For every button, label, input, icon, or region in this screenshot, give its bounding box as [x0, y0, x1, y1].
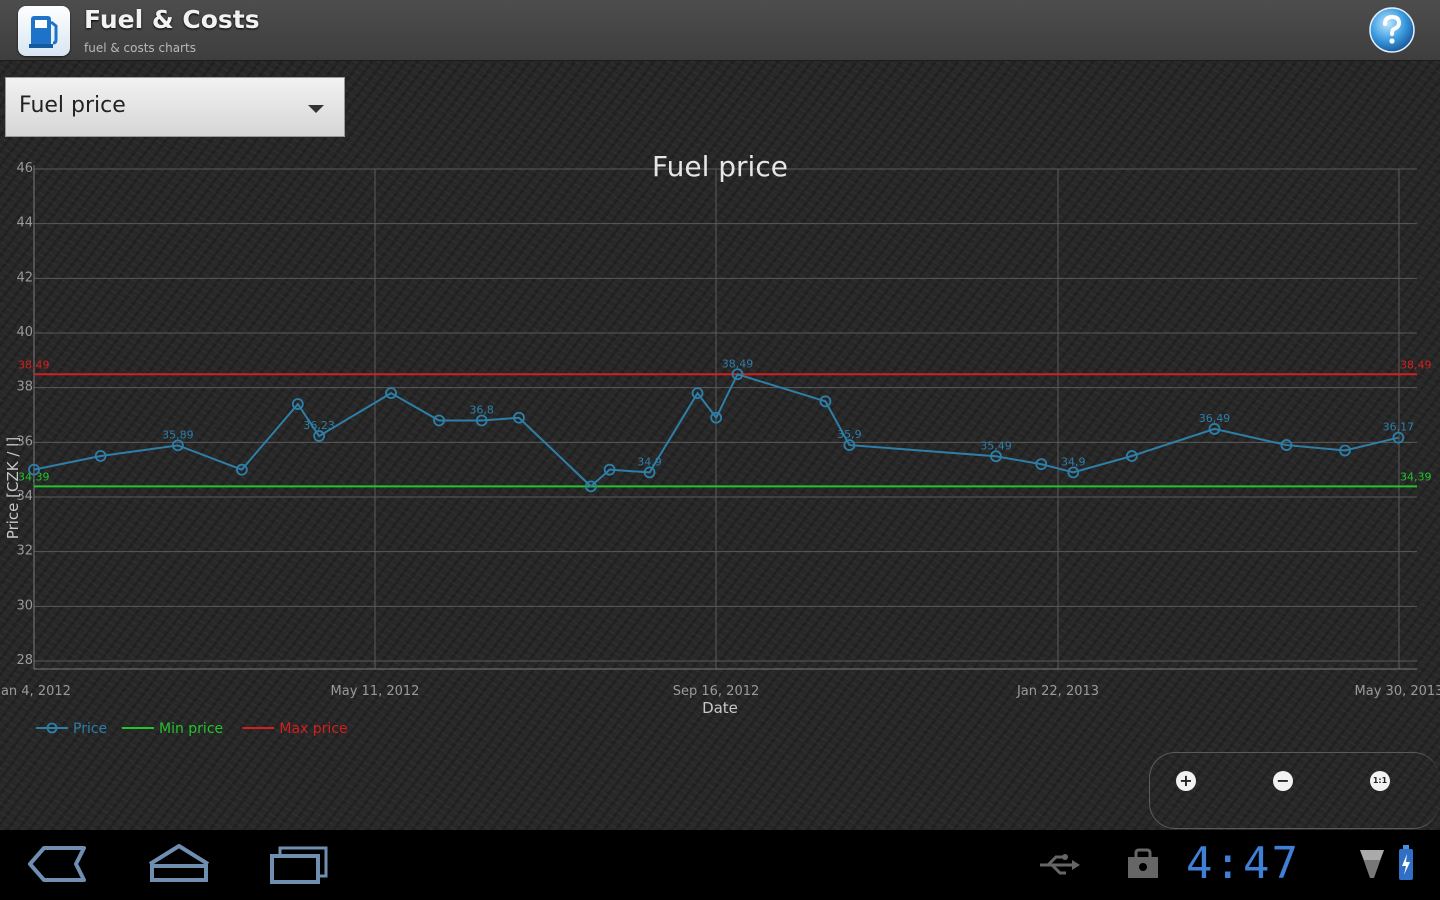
zoom-in-button[interactable]: +: [1176, 771, 1196, 791]
price-data-label: 35,49: [980, 439, 1012, 452]
y-tick-label: 40: [16, 325, 33, 340]
signal-status: [1358, 848, 1386, 884]
legend-label: Price: [73, 721, 107, 737]
x-tick-label: May 30, 2013: [1355, 684, 1440, 699]
zoom-out-button[interactable]: −: [1273, 771, 1293, 791]
battery-status: [1397, 844, 1415, 886]
zoom-controls: + − 1:1: [1149, 752, 1439, 829]
chart-type-selected-value: Fuel price: [19, 93, 126, 118]
x-tick-label: Jan 22, 2013: [1016, 684, 1099, 699]
chart-axes: 28303234363840424446Jan 4, 2012 May 11, 2…: [0, 161, 1440, 699]
min-price-label-left: 34,39: [18, 470, 50, 483]
legend-label: Min price: [159, 721, 223, 737]
chart-title: Fuel price: [652, 150, 788, 183]
zoom-out-icon: −: [1276, 771, 1290, 790]
chart-type-dropdown[interactable]: Fuel price: [5, 77, 345, 137]
chart-labels: Fuel price Date Price [CZK / l]: [4, 150, 788, 717]
battery-icon: [1399, 845, 1413, 880]
y-tick-label: 32: [16, 544, 33, 559]
shopping-bag-icon: [1128, 848, 1158, 878]
zoom-reset-icon: 1:1: [1372, 776, 1388, 785]
y-tick-label: 38: [16, 380, 33, 395]
y-tick-label: 44: [16, 216, 33, 231]
y-tick-label: 46: [16, 161, 33, 176]
price-data-label: 35,9: [837, 428, 862, 441]
back-icon: [28, 846, 86, 882]
price-data-label: 36,17: [1383, 421, 1415, 434]
home-icon: [148, 844, 210, 882]
x-tick-label: Jan 4, 2012: [0, 684, 71, 699]
help-icon: [1369, 7, 1415, 53]
signal-icon: [1360, 850, 1384, 878]
zoom-in-icon: +: [1179, 771, 1193, 790]
price-data-label: 38,49: [722, 357, 754, 370]
max-price-label-left: 38,49: [18, 358, 50, 371]
x-tick-label: May 11, 2012: [331, 684, 420, 699]
usb-icon: [1040, 854, 1080, 875]
recent-apps-button[interactable]: [268, 842, 330, 890]
help-button[interactable]: [1368, 6, 1416, 54]
zoom-reset-button[interactable]: 1:1: [1370, 771, 1390, 791]
max-price-label-right: 38,49: [1400, 358, 1432, 371]
chart-legend: Price Min price Max price: [36, 721, 348, 737]
y-tick-label: 42: [16, 270, 33, 285]
home-button[interactable]: [146, 842, 212, 890]
price-series: 35,89 36,23 36,8 34,9 38,49 35,9 35,49 34,9 36,4…: [28, 357, 1415, 493]
system-navigation-bar: 4:47: [0, 830, 1440, 900]
clock: 4:47: [1186, 838, 1300, 889]
app-subtitle: fuel & costs charts: [84, 41, 196, 55]
price-data-label: 36,8: [469, 403, 494, 416]
dropdown-arrow-icon: [308, 105, 324, 113]
fuel-pump-icon: [18, 6, 70, 56]
action-bar: Fuel & Costs fuel & costs charts: [0, 0, 1440, 61]
recent-apps-icon: [270, 846, 328, 884]
app-title: Fuel & Costs: [84, 5, 260, 34]
price-data-label: 34,9: [1061, 455, 1086, 468]
store-notification[interactable]: [1126, 848, 1160, 884]
y-tick-label: 30: [16, 598, 33, 613]
x-tick-label: Sep 16, 2012: [673, 684, 760, 699]
back-button[interactable]: [26, 842, 88, 890]
price-data-label: 36,49: [1199, 412, 1231, 425]
x-axis-title: Date: [702, 699, 738, 717]
price-data-label: 34,9: [637, 455, 662, 468]
y-tick-label: 28: [16, 653, 33, 668]
price-data-label: 35,89: [162, 428, 194, 441]
fuel-price-chart[interactable]: 28303234363840424446Jan 4, 2012 May 11, 2…: [0, 140, 1440, 750]
price-data-label: 36,23: [303, 419, 335, 432]
min-price-label-right: 34,39: [1400, 470, 1432, 483]
legend-label: Max price: [279, 721, 347, 737]
usb-status: [1038, 852, 1080, 882]
y-axis-title: Price [CZK / l]: [4, 437, 22, 539]
